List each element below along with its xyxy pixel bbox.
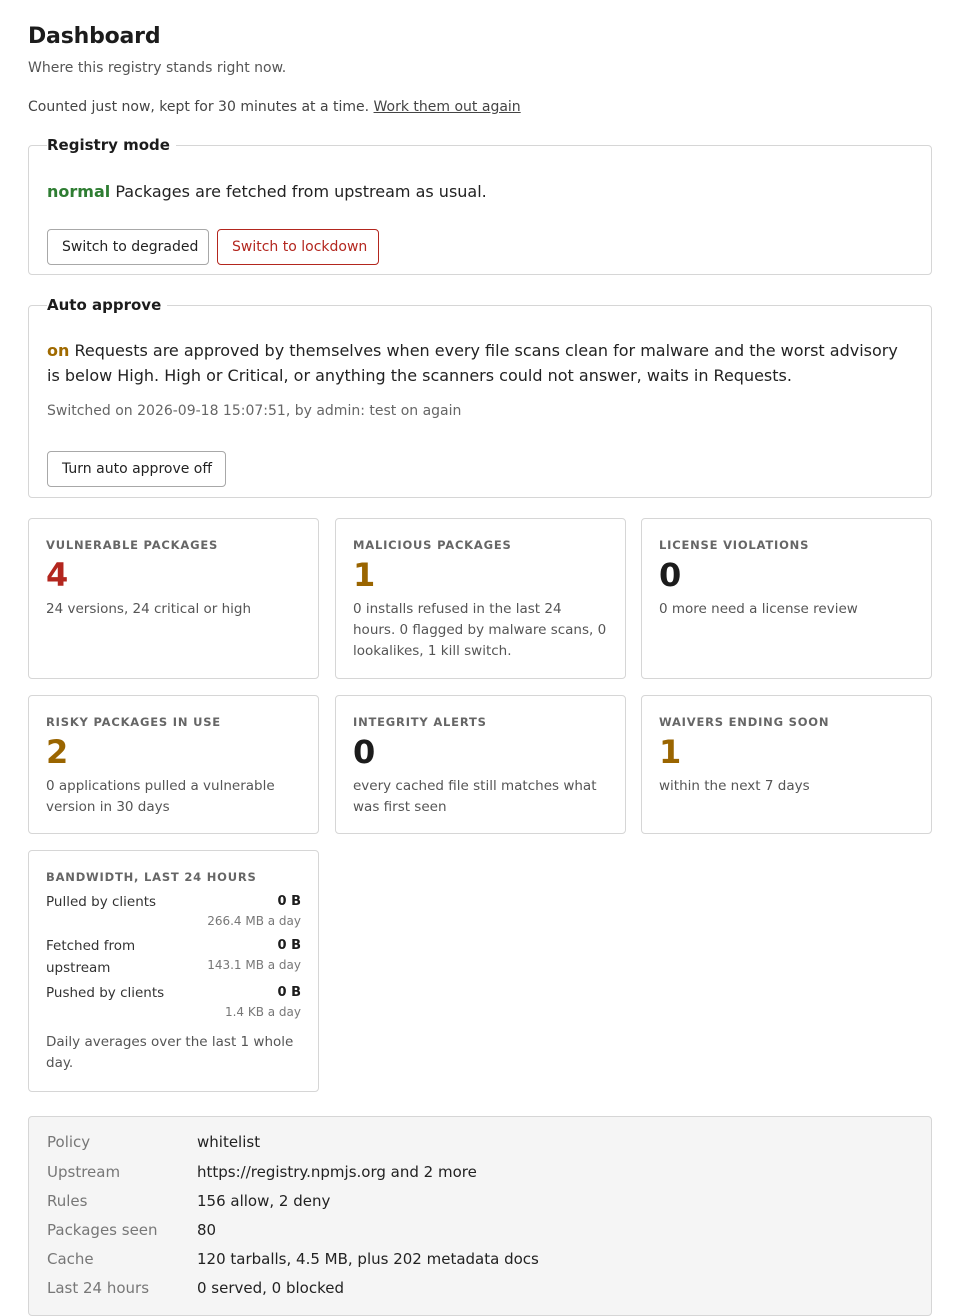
card-label: Risky packages in use [46, 715, 221, 729]
card-value: 2 [46, 733, 69, 771]
card-label: Malicious packages [353, 538, 512, 552]
bandwidth-row-average: 266.4 MB a day [207, 914, 301, 928]
card-value: 0 [659, 556, 682, 594]
integrity-alerts-card: Integrity alerts 0 every cached file sti… [335, 695, 626, 834]
recalculate-link[interactable]: Work them out again [374, 99, 521, 115]
card-description: within the next 7 days [659, 778, 810, 794]
bandwidth-row: Fetched from upstream 0 B 143.1 MB a day [46, 935, 301, 982]
card-label: Bandwidth, last 24 hours [46, 870, 257, 884]
card-label: Waivers ending soon [659, 715, 830, 729]
summary-key: Policy [47, 1133, 91, 1151]
auto-approve-description: Requests are approved by themselves when… [47, 341, 898, 385]
bandwidth-row: Pushed by clients 0 B 1.4 KB a day [46, 982, 301, 1020]
card-description: every cached file still matches what was… [353, 778, 597, 815]
bandwidth-note: Daily averages over the last 1 whole day… [46, 1034, 294, 1071]
summary-value: 0 served, 0 blocked [197, 1279, 345, 1297]
registry-mode-state: normal [47, 182, 111, 201]
registry-mode-panel: Registry mode normal Packages are fetche… [28, 136, 932, 275]
switch-to-degraded-button[interactable]: Switch to degraded [47, 229, 209, 265]
risky-packages-card: Risky packages in use 2 0 applications p… [28, 695, 319, 834]
auto-approve-status: on Requests are approved by themselves w… [47, 338, 913, 388]
bandwidth-card: Bandwidth, last 24 hours Pulled by clien… [28, 850, 319, 1092]
waivers-ending-card: Waivers ending soon 1 within the next 7 … [641, 695, 932, 834]
auto-approve-state: on [47, 341, 70, 360]
summary-key: Packages seen [47, 1221, 158, 1239]
summary-row-packages-seen: Packages seen 80 [47, 1220, 216, 1240]
bandwidth-row-value: 0 B [277, 938, 301, 953]
switch-to-lockdown-button[interactable]: Switch to lockdown [217, 229, 379, 265]
card-value: 0 [353, 733, 376, 771]
summary-key: Rules [47, 1192, 88, 1210]
bandwidth-row: Pulled by clients 0 B 266.4 MB a day [46, 891, 301, 929]
summary-key: Upstream [47, 1163, 121, 1181]
card-value: 1 [659, 733, 682, 771]
bandwidth-row-value: 0 B [277, 985, 301, 1000]
summary-value: 156 allow, 2 deny [197, 1192, 331, 1210]
summary-value: whitelist [197, 1133, 261, 1151]
registry-mode-status: normal Packages are fetched from upstrea… [47, 182, 487, 201]
vulnerable-packages-card: Vulnerable packages 4 24 versions, 24 cr… [28, 518, 319, 679]
card-description: 0 installs refused in the last 24 hours.… [353, 601, 607, 659]
page-title: Dashboard [28, 24, 161, 49]
summary-row-rules: Rules 156 allow, 2 deny [47, 1191, 330, 1211]
summary-key: Cache [47, 1250, 94, 1268]
summary-row-cache: Cache 120 tarballs, 4.5 MB, plus 202 meta… [47, 1249, 539, 1269]
bandwidth-row-name: Pulled by clients [46, 894, 157, 910]
registry-mode-legend: Registry mode [47, 136, 170, 154]
counted-text: Counted just now, kept for 30 minutes at… [28, 99, 370, 115]
summary-row-upstream: Upstream https://registry.npmjs.org and 2… [47, 1162, 477, 1182]
summary-value: 80 [197, 1221, 217, 1239]
page-subtitle: Where this registry stands right now. [28, 60, 287, 76]
auto-approve-legend: Auto approve [47, 296, 162, 314]
summary-row-last-24-hours: Last 24 hours 0 served, 0 blocked [47, 1278, 344, 1298]
card-label: Vulnerable packages [46, 538, 219, 552]
bandwidth-row-name: Pushed by clients [46, 985, 165, 1001]
card-value: 4 [46, 556, 69, 594]
bandwidth-row-average: 1.4 KB a day [224, 1005, 301, 1019]
bandwidth-row-name: Fetched from upstream [46, 938, 136, 976]
bandwidth-row-average: 143.1 MB a day [207, 958, 301, 972]
auto-approve-switched-note: Switched on 2026-09-18 15:07:51, by admi… [47, 403, 462, 419]
summary-value: 120 tarballs, 4.5 MB, plus 202 metadata … [197, 1250, 539, 1268]
auto-approve-panel: Auto approve on Requests are approved by… [28, 296, 932, 498]
license-violations-card: License violations 0 0 more need a licen… [641, 518, 932, 679]
summary-key: Last 24 hours [47, 1279, 150, 1297]
card-value: 1 [353, 556, 376, 594]
counted-note: Counted just now, kept for 30 minutes at… [28, 99, 521, 115]
bandwidth-row-value: 0 B [277, 894, 301, 909]
registry-summary: Policy whitelist Upstream https://registry… [28, 1116, 932, 1316]
card-description: 0 applications pulled a vulnerable versi… [46, 778, 275, 815]
turn-auto-approve-off-button[interactable]: Turn auto approve off [47, 451, 226, 487]
card-label: Integrity alerts [353, 715, 487, 729]
registry-mode-description: Packages are fetched from upstream as us… [115, 182, 487, 201]
malicious-packages-card: Malicious packages 1 0 installs refused … [335, 518, 626, 679]
card-label: License violations [659, 538, 810, 552]
summary-value: https://registry.npmjs.org and 2 more [197, 1163, 477, 1181]
card-description: 0 more need a license review [659, 601, 858, 617]
card-description: 24 versions, 24 critical or high [46, 601, 252, 617]
summary-row-policy: Policy whitelist [47, 1132, 260, 1152]
